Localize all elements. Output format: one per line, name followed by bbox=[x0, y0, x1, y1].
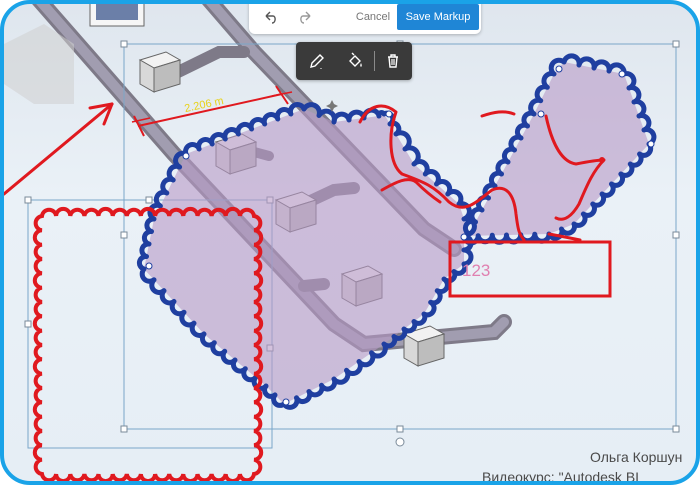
trash-icon[interactable] bbox=[380, 49, 406, 73]
caption-author: Ольга Коршун bbox=[590, 449, 683, 465]
markup-tools-panel bbox=[296, 42, 412, 80]
text-markup-value: 123 bbox=[462, 261, 490, 280]
screen-frame: 2.206 m 123 Cancel Save Markup Ольга Кор… bbox=[0, 0, 700, 485]
caption-course: Видеокурс: "Autodesk BI bbox=[482, 469, 640, 485]
text-box-markup[interactable]: 123 bbox=[448, 240, 612, 298]
tools-divider bbox=[374, 51, 375, 71]
markup-toolbar: Cancel Save Markup bbox=[249, 4, 481, 34]
cancel-button[interactable]: Cancel bbox=[351, 4, 395, 30]
arrow-markup[interactable] bbox=[4, 102, 114, 196]
watermark-caption: Ольга Коршун Видеокурс: "Autodesk BI bbox=[482, 447, 696, 485]
fill-bucket-icon[interactable] bbox=[342, 49, 368, 73]
redo-icon[interactable] bbox=[295, 6, 317, 30]
undo-icon[interactable] bbox=[259, 6, 281, 30]
save-markup-button[interactable]: Save Markup bbox=[397, 4, 479, 30]
pen-icon[interactable] bbox=[304, 49, 330, 73]
freehand-endpoint bbox=[599, 157, 605, 163]
model-viewport[interactable]: 2.206 m 123 Cancel Save Markup Ольга Кор… bbox=[4, 4, 696, 481]
